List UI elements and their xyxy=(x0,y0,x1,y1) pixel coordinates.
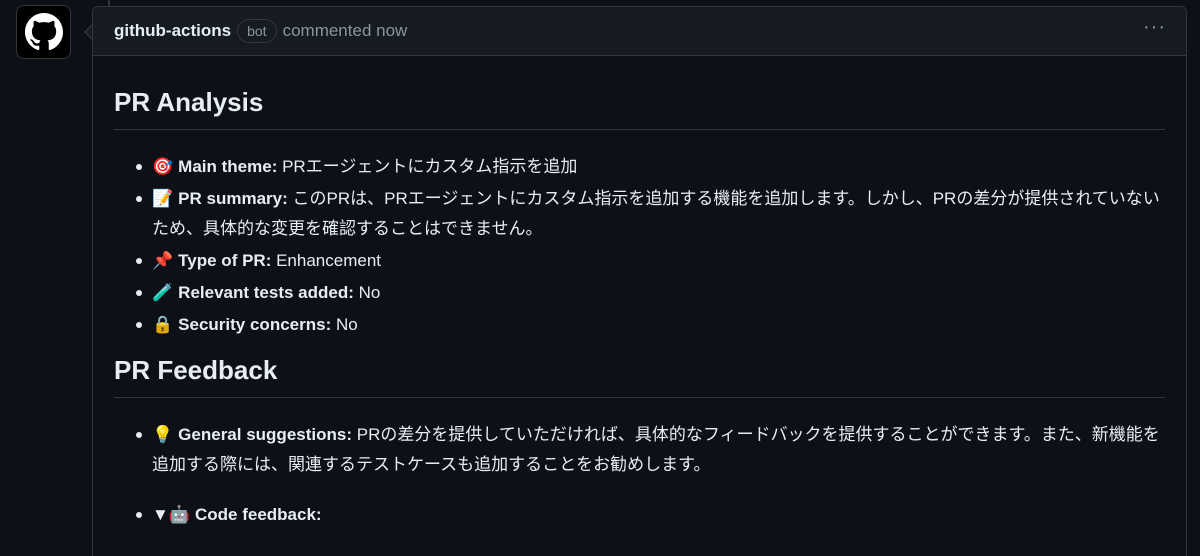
item-text: Enhancement xyxy=(276,251,381,270)
item-text: このPRは、PRエージェントにカスタム指示を追加する機能を追加します。しかし、P… xyxy=(152,189,1160,238)
author-link[interactable]: github-actions xyxy=(114,21,231,41)
analysis-heading: PR Analysis xyxy=(114,84,1165,130)
triangle-down-icon[interactable]: ▼ xyxy=(152,505,169,524)
item-label: Code feedback: xyxy=(195,505,322,524)
item-label: Security concerns: xyxy=(178,315,332,334)
list-item: 🎯 Main theme: PRエージェントにカスタム指示を追加 xyxy=(136,152,1165,182)
item-label: Type of PR: xyxy=(178,251,272,270)
item-text: No xyxy=(335,315,358,334)
comment-box: github-actions bot commented now ··· PR … xyxy=(92,6,1187,556)
item-text: PRエージェントにカスタム指示を追加 xyxy=(282,157,578,176)
test-tube-icon: 🧪 xyxy=(152,283,174,302)
analysis-list: 🎯 Main theme: PRエージェントにカスタム指示を追加 📝 PR summ… xyxy=(114,152,1165,340)
lock-icon: 🔒 xyxy=(152,315,174,334)
comment-header: github-actions bot commented now ··· xyxy=(93,7,1186,56)
lightbulb-icon: 💡 xyxy=(152,425,174,444)
feedback-list: 💡 General suggestions: PRの差分を提供していただければ、具… xyxy=(114,420,1165,530)
comment-body: PR Analysis 🎯 Main theme: PRエージェントにカスタム指示… xyxy=(93,56,1186,530)
list-item: 📝 PR summary: このPRは、PRエージェントにカスタム指示を追加する機… xyxy=(136,184,1165,244)
target-icon: 🎯 xyxy=(152,157,174,176)
bot-badge: bot xyxy=(237,19,277,43)
github-logo-icon xyxy=(24,13,63,51)
memo-icon: 📝 xyxy=(152,189,174,208)
item-text: No xyxy=(358,283,381,302)
item-label: Main theme: xyxy=(178,157,278,176)
avatar[interactable] xyxy=(16,5,71,59)
more-options-icon[interactable]: ··· xyxy=(1143,17,1166,45)
pushpin-icon: 📌 xyxy=(152,251,174,270)
feedback-heading: PR Feedback xyxy=(114,352,1165,398)
code-feedback-toggle[interactable]: ▼🤖 Code feedback: xyxy=(136,500,1165,530)
list-item: 🧪 Relevant tests added: No xyxy=(136,278,1165,308)
list-item: 📌 Type of PR: Enhancement xyxy=(136,246,1165,276)
comment-timestamp[interactable]: commented now xyxy=(283,21,408,41)
item-label: General suggestions: xyxy=(178,425,352,444)
list-item: 🔒 Security concerns: No xyxy=(136,310,1165,340)
robot-icon: 🤖 xyxy=(168,505,190,524)
item-label: Relevant tests added: xyxy=(178,283,354,302)
list-item: 💡 General suggestions: PRの差分を提供していただければ、具… xyxy=(136,420,1165,480)
page: github-actions bot commented now ··· PR … xyxy=(0,0,1200,556)
item-label: PR summary: xyxy=(178,189,288,208)
